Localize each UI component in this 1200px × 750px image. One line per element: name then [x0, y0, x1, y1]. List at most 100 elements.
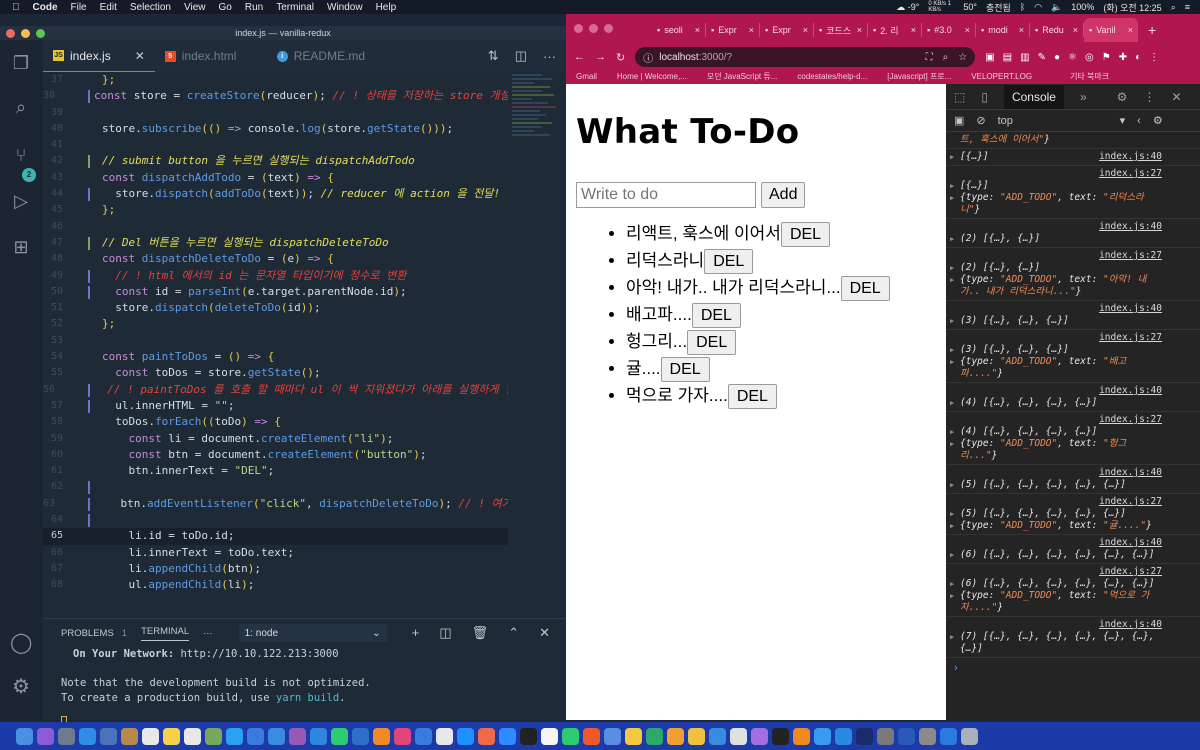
expand-triangle-icon[interactable]: ▶ — [950, 356, 954, 368]
minimize-window-button[interactable] — [21, 29, 30, 38]
code-line[interactable]: 50 const id = parseInt(e.target.parentNo… — [43, 284, 508, 300]
extension-icon[interactable]: ✎ — [1038, 52, 1046, 63]
expand-triangle-icon[interactable]: ▶ — [950, 397, 954, 409]
expand-triangle-icon[interactable]: ▶ — [950, 479, 954, 491]
expand-triangle-icon[interactable]: ▶ — [950, 631, 954, 643]
code-editor[interactable]: 37}; 38 const store = createStore(reducer)… — [43, 72, 508, 617]
dock-app-icon[interactable] — [184, 727, 201, 745]
dock-app-icon[interactable] — [919, 727, 936, 745]
dock-app-icon[interactable] — [877, 727, 894, 745]
dock-app-icon[interactable] — [835, 727, 852, 745]
code-line[interactable]: 68 ul.appendChild(li); — [43, 577, 508, 593]
new-terminal-icon[interactable]: + — [412, 625, 420, 641]
expand-triangle-icon[interactable]: ▶ — [950, 315, 954, 327]
console-log-entry[interactable]: index.js:27 ▶ (3) [{…}, {…}, {…}] ▶ {type: "… — [946, 330, 1200, 383]
git-change-marker[interactable] — [88, 399, 90, 413]
dock-app-icon[interactable] — [562, 727, 579, 745]
log-source-link[interactable]: index.js:40 — [1099, 467, 1162, 479]
browser-tab[interactable]: ▪ Expr × — [706, 23, 760, 37]
expand-triangle-icon[interactable]: ▶ — [950, 262, 954, 274]
code-line[interactable]: 47 // Del 버튼을 누르면 실행되는 dispatchDeleteToDo — [43, 235, 508, 251]
git-change-marker[interactable] — [88, 481, 90, 495]
terminal-select[interactable]: 1: node ⌄ — [238, 624, 387, 642]
dock-app-icon[interactable] — [310, 727, 327, 745]
tab-index-js[interactable]: JS index.js ✕ — [43, 40, 155, 72]
input-source-status[interactable]: 충전됨 — [986, 1, 1011, 14]
close-tab-icon[interactable]: × — [1128, 25, 1133, 35]
browser-tab[interactable]: ▪ Vanil × — [1084, 18, 1138, 42]
code-line[interactable]: 48 const dispatchDeleteToDo = (e) => { — [43, 251, 508, 267]
console-log-entry[interactable]: index.js:27 ▶ (2) [{…}, {…}] ▶ {type: "ADD_T… — [946, 248, 1200, 301]
extension-icon[interactable]: ⚑ — [1102, 52, 1111, 63]
tab-readme[interactable]: i README.md — [267, 40, 375, 72]
bookmark-star-icon[interactable]: ☆ — [958, 52, 967, 63]
git-change-marker[interactable] — [88, 514, 90, 528]
git-change-marker[interactable] — [88, 155, 90, 169]
close-tab-icon[interactable]: × — [1019, 25, 1024, 35]
dock-app-icon[interactable] — [79, 727, 96, 745]
menu-selection[interactable]: Selection — [130, 2, 171, 13]
dock-app-icon[interactable] — [373, 727, 390, 745]
dock-app-icon[interactable] — [709, 727, 726, 745]
zoom-window-button[interactable] — [36, 29, 45, 38]
dock-app-icon[interactable] — [667, 727, 684, 745]
menu-file[interactable]: File — [71, 2, 87, 13]
inspect-element-icon[interactable]: ⬚ — [954, 90, 965, 104]
dock-app-icon[interactable] — [961, 727, 978, 745]
dock-app-icon[interactable] — [499, 727, 516, 745]
git-change-marker[interactable] — [88, 497, 90, 511]
dock-app-icon[interactable] — [436, 727, 453, 745]
dock-app-icon[interactable] — [457, 727, 474, 745]
bookmark-home[interactable]: Home | Welcome,... — [617, 72, 687, 81]
close-tab-icon[interactable]: × — [803, 25, 808, 35]
browser-tab[interactable]: ▪ Redu × — [1030, 23, 1084, 37]
network-url[interactable]: http://10.10.122.213:3000 — [180, 648, 338, 660]
console-log-entry[interactable]: index.js:27 ▶ [{…}] ▶ {type: "ADD_TODO", tex… — [946, 166, 1200, 219]
device-toolbar-icon[interactable]: ▯ — [981, 90, 988, 104]
todo-input[interactable] — [576, 182, 756, 208]
dock-app-icon[interactable] — [688, 727, 705, 745]
code-line[interactable]: 57 ul.innerHTML = ""; — [43, 398, 508, 414]
settings-gear-icon[interactable]: ⚙ — [10, 676, 32, 698]
more-tabs-icon[interactable]: » — [1080, 90, 1087, 104]
console-log-entry[interactable]: index.js:40 ▶ (6) [{…}, {…}, {…}, {…}, {…}… — [946, 535, 1200, 564]
code-line[interactable]: 59 const li = document.createElement("li… — [43, 431, 508, 447]
bookmark-modern-js[interactable]: 모던 JavaScript 튜... — [707, 71, 778, 82]
battery-status[interactable]: 100% — [1071, 2, 1094, 12]
dock-app-icon[interactable] — [520, 727, 537, 745]
dock-app-icon[interactable] — [163, 727, 180, 745]
code-line[interactable]: 45}; — [43, 202, 508, 218]
dock-app-icon[interactable] — [541, 727, 558, 745]
git-change-marker[interactable] — [88, 188, 90, 202]
profile-avatar[interactable]: ◐ — [1135, 52, 1141, 63]
expand-triangle-icon[interactable]: ▶ — [950, 180, 954, 192]
terminal-output[interactable]: On Your Network: http://10.10.122.213:30… — [43, 647, 566, 734]
account-icon[interactable]: ◯ — [10, 632, 32, 654]
run-debug-icon[interactable]: ▷ — [10, 190, 32, 212]
code-line[interactable]: 58 toDos.forEach((toDo) => { — [43, 414, 508, 430]
live-expression-icon[interactable]: ‹ — [1137, 115, 1141, 127]
close-devtools-icon[interactable]: ✕ — [1171, 90, 1181, 104]
dock-app-icon[interactable] — [751, 727, 768, 745]
code-line[interactable]: 54 const paintToDos = () => { — [43, 349, 508, 365]
delete-button[interactable]: DEL — [704, 249, 754, 275]
dock-app-icon[interactable] — [247, 727, 264, 745]
close-tab-icon[interactable]: × — [695, 25, 700, 35]
bookmark-other[interactable]: 기타 북마크 — [1070, 71, 1109, 82]
console-log-entry[interactable]: index.js:40 ▶ (4) [{…}, {…}, {…}, {…}] — [946, 383, 1200, 412]
close-tab-icon[interactable]: × — [1073, 25, 1078, 35]
log-source-link[interactable]: index.js:40 — [1099, 303, 1162, 315]
delete-button[interactable]: DEL — [780, 222, 831, 248]
dock-app-icon[interactable] — [898, 727, 915, 745]
log-source-link[interactable]: index.js:27 — [1099, 496, 1162, 508]
add-button[interactable]: Add — [761, 182, 806, 208]
volume-icon[interactable]: 🔈 — [1051, 2, 1062, 13]
chrome-menu-icon[interactable]: ⋮ — [1149, 52, 1159, 63]
extension-icon[interactable]: ▥ — [1020, 52, 1029, 63]
apple-menu-icon[interactable]:  — [12, 2, 20, 13]
browser-tab[interactable]: ▪ 2. 리 × — [868, 23, 922, 37]
extension-icon[interactable]: ◎ — [1085, 52, 1094, 63]
dock-app-icon[interactable] — [352, 727, 369, 745]
code-line[interactable]: 42 // submit button 을 누르면 실행되는 dispatchAd… — [43, 153, 508, 169]
minimap[interactable] — [508, 72, 560, 202]
